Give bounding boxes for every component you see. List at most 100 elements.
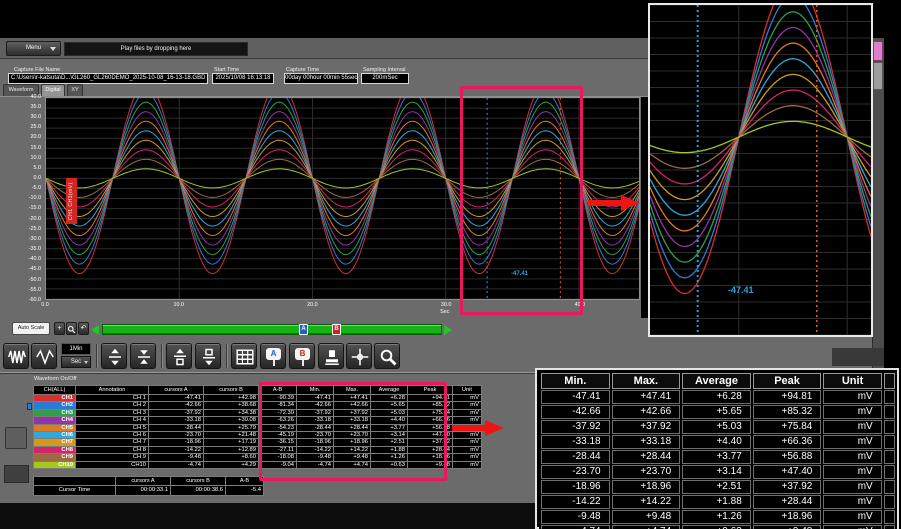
side-rail-button[interactable] — [5, 427, 27, 449]
capture-file-name-value[interactable]: C:\Users\r-katsuta\D...\GL260_GL260DEMO_… — [8, 73, 208, 84]
cell-max: +18.96 — [612, 480, 681, 494]
cell-average: +3.77 — [682, 450, 751, 464]
grid-view-button[interactable] — [231, 343, 257, 369]
channel-swatch[interactable]: CH6 — [34, 432, 76, 439]
shift-up-icon — [171, 348, 189, 366]
cell-unit: mV — [453, 409, 482, 416]
cell-min: -37.92 — [541, 420, 610, 434]
cell-peak: +56.88 — [753, 450, 822, 464]
shift-waveform-down-button[interactable] — [195, 343, 221, 369]
cell-cursor_a: -33.18 — [149, 417, 204, 424]
scroll-right-arrow[interactable] — [444, 325, 452, 335]
plot-highlight-rectangle — [460, 86, 583, 315]
scrollbar-pink-handle[interactable] — [873, 41, 883, 61]
cursor-time-cell: 00:00:38.6 — [171, 486, 226, 496]
cell-cursor_b: +17.19 — [204, 439, 259, 446]
tab-xy[interactable]: XY — [67, 84, 83, 96]
expand-amplitude-button[interactable] — [101, 343, 127, 369]
cell-empty — [884, 465, 895, 479]
cursor-a-button[interactable]: A — [260, 343, 286, 369]
compress-amplitude-button[interactable] — [130, 343, 156, 369]
expand-time-axis-button[interactable] — [31, 343, 57, 369]
column-header: A-B — [226, 477, 264, 486]
compress-time-axis-button[interactable] — [3, 343, 29, 369]
cell-unit: mV — [823, 405, 881, 419]
cell-cursor_b: +21.48 — [204, 432, 259, 439]
callout-arrow-icon — [452, 420, 504, 436]
channel-swatch[interactable]: CH1 — [34, 395, 76, 402]
y-axis-tick-label: 20.0 — [31, 134, 42, 140]
cell-max: +14.22 — [612, 495, 681, 509]
zoom-in-button[interactable]: + — [54, 322, 65, 335]
cell-average: +2.51 — [682, 480, 751, 494]
cell-empty — [884, 480, 895, 494]
y-axis-tick-label: -25.0 — [29, 226, 41, 232]
x-axis-tick-label: 10.0 — [168, 302, 190, 308]
cell-annotation: CH 2 — [76, 402, 149, 409]
cell-empty — [884, 405, 895, 419]
channel-swatch[interactable]: CH4 — [34, 417, 76, 424]
stamp-button[interactable] — [318, 343, 344, 369]
scrollbar-gray-handle[interactable] — [873, 62, 883, 90]
zoom-table-row: -18.96+18.96+2.51+37.92mV — [541, 480, 895, 494]
cell-min: -42.66 — [541, 405, 610, 419]
zoom-table-row: -14.22+14.22+1.88+28.44mV — [541, 495, 895, 509]
crosshair-button[interactable] — [346, 343, 372, 369]
cell-peak: +94.81 — [753, 390, 822, 404]
cell-unit: mV — [823, 480, 881, 494]
cell-cursor_a: -18.96 — [149, 439, 204, 446]
toolbar-separator — [226, 344, 227, 368]
cell-min: -4.74 — [541, 525, 610, 529]
cursor-time-cell: 00:00:33.1 — [116, 486, 171, 496]
zoomed-waveform-plot — [650, 5, 871, 335]
tab-digital[interactable]: Digital — [41, 84, 65, 96]
channel-swatch[interactable]: CH2 — [34, 402, 76, 409]
cell-average: +0.63 — [682, 525, 751, 529]
shift-waveform-up-button[interactable] — [166, 343, 192, 369]
search-zoom-button[interactable] — [374, 343, 400, 369]
cursor-b-button[interactable]: B — [289, 343, 315, 369]
waveform-onoff-label: Waveform On/Off — [34, 376, 76, 382]
time-unit-dropdown[interactable]: Sec — [61, 356, 91, 368]
time-scrollbar[interactable] — [102, 324, 442, 335]
channel-swatch[interactable]: CH7 — [34, 439, 76, 446]
y-axis-tick-label: 5.0 — [34, 165, 42, 171]
cell-unit: mV — [453, 439, 482, 446]
cell-annotation: CH 1 — [76, 395, 149, 402]
cell-cursor_b: +42.98 — [204, 395, 259, 402]
cell-unit: mV — [453, 461, 482, 468]
y-axis-tick-label: -15.0 — [29, 205, 41, 211]
cell-average: +1.88 — [682, 495, 751, 509]
cell-unit: mV — [823, 450, 881, 464]
zoom-table-row: -37.92+37.92+5.03+75.84mV — [541, 420, 895, 434]
y-axis-tick-label: -10.0 — [29, 195, 41, 201]
cursor-a-flag-icon: A — [266, 348, 281, 360]
cell-unit: mV — [823, 495, 881, 509]
scroll-left-arrow[interactable] — [91, 325, 99, 335]
menu-button[interactable]: Menu — [6, 41, 61, 56]
cell-max: +4.74 — [612, 525, 681, 529]
y-axis-tick-label: 10.0 — [31, 155, 42, 161]
cursor-b-marker[interactable]: B — [332, 324, 341, 335]
magnify-button[interactable] — [66, 322, 77, 335]
y-axis-tick-label: 0.0 — [34, 175, 42, 181]
channel-swatch[interactable]: CH10 — [34, 461, 76, 468]
cell-max: +47.41 — [612, 390, 681, 404]
channel-swatch[interactable]: CH3 — [34, 409, 76, 416]
cell-annotation: CH 4 — [76, 417, 149, 424]
cell-empty — [884, 390, 895, 404]
channel-swatch[interactable]: CH9 — [34, 454, 76, 461]
play-files-drop-zone[interactable]: Play files by dropping here — [64, 42, 248, 56]
cell-min: -33.18 — [541, 435, 610, 449]
cell-annotation: CH 6 — [76, 432, 149, 439]
channel-swatch[interactable]: CH5 — [34, 424, 76, 431]
column-header: Min. — [541, 373, 610, 389]
capture-time-value: 00day 00hour 00min 55sec — [284, 73, 358, 84]
cursor-a-marker[interactable]: A — [299, 324, 308, 335]
column-header: Unit — [823, 373, 881, 389]
cell-min: -14.22 — [541, 495, 610, 509]
channel-swatch[interactable]: CH8 — [34, 446, 76, 453]
column-header — [34, 477, 116, 486]
undo-button[interactable]: ↶ — [78, 322, 89, 335]
auto-scale-button[interactable]: Auto Scale — [12, 322, 50, 335]
